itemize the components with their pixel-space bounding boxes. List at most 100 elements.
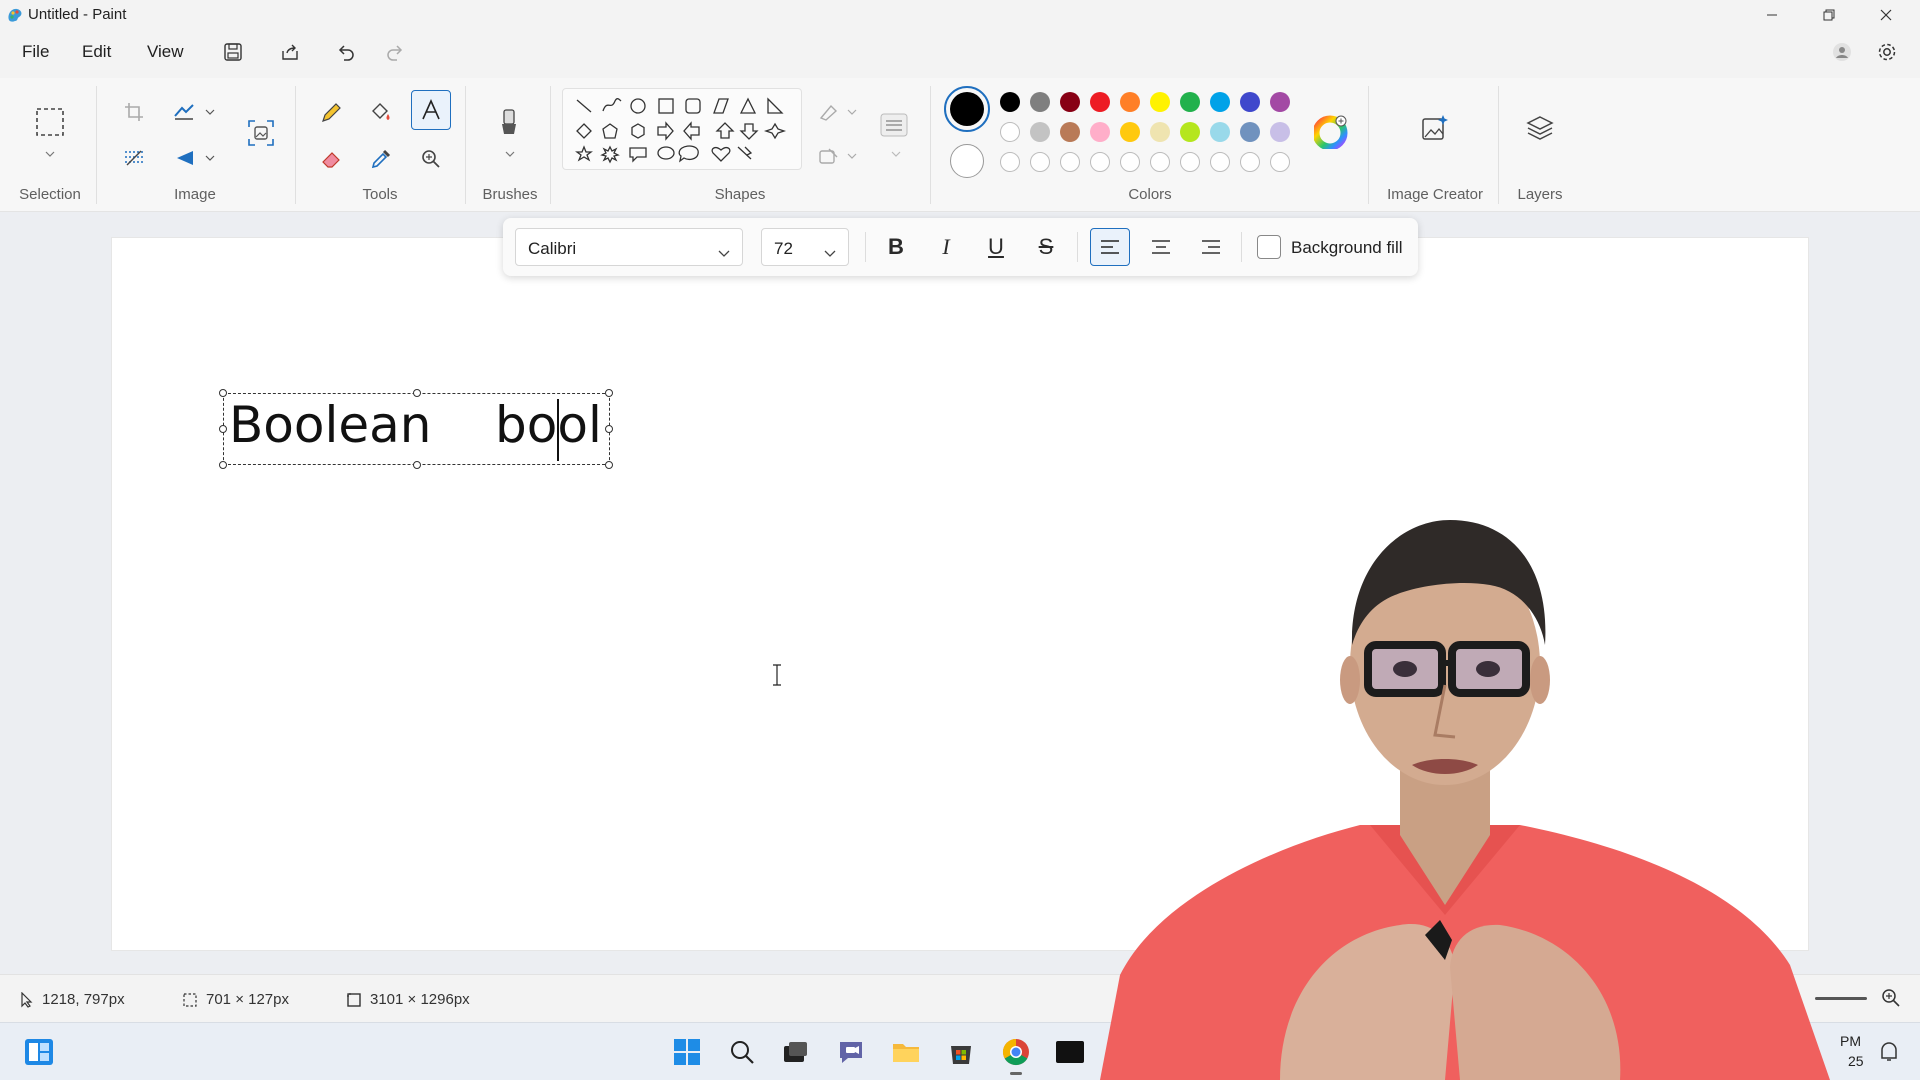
- chat-icon[interactable]: [834, 1035, 868, 1069]
- edit-colors-icon[interactable]: [1313, 114, 1349, 150]
- color-picker-icon[interactable]: [366, 144, 396, 174]
- color-swatch[interactable]: [1150, 122, 1170, 142]
- bold-button[interactable]: B: [876, 228, 916, 266]
- resize-icon[interactable]: [170, 98, 198, 126]
- widgets-icon[interactable]: [22, 1035, 56, 1069]
- terminal-icon[interactable]: [1053, 1035, 1087, 1069]
- layers-icon[interactable]: [1522, 110, 1558, 146]
- custom-color-slot[interactable]: [1150, 152, 1170, 172]
- canvas-text[interactable]: Boolean bool: [229, 396, 602, 454]
- font-size-dropdown[interactable]: 72: [761, 228, 849, 266]
- shapes-gallery[interactable]: [562, 88, 802, 170]
- background-fill-checkbox[interactable]: [1257, 235, 1281, 259]
- custom-color-slot[interactable]: [1090, 152, 1110, 172]
- color-swatch[interactable]: [1210, 122, 1230, 142]
- chevron-down-icon[interactable]: [889, 148, 903, 160]
- color-swatch[interactable]: [1120, 122, 1140, 142]
- chevron-down-icon[interactable]: [42, 148, 58, 160]
- eraser-icon[interactable]: [316, 144, 346, 174]
- resize-handle[interactable]: [219, 425, 227, 433]
- menu-view[interactable]: View: [147, 42, 184, 62]
- color-swatch[interactable]: [1090, 122, 1110, 142]
- color-swatch[interactable]: [1150, 92, 1170, 112]
- resize-handle[interactable]: [413, 461, 421, 469]
- chevron-down-icon[interactable]: [845, 150, 859, 162]
- color-swatch[interactable]: [1270, 92, 1290, 112]
- color-swatch[interactable]: [1030, 122, 1050, 142]
- outline-icon[interactable]: [815, 100, 843, 124]
- italic-button[interactable]: I: [926, 228, 966, 266]
- share-icon[interactable]: [275, 38, 305, 66]
- rotate-icon[interactable]: [170, 144, 198, 172]
- resize-handle[interactable]: [605, 389, 613, 397]
- undo-icon[interactable]: [331, 38, 361, 66]
- align-left-button[interactable]: [1090, 228, 1130, 266]
- fill-bucket-icon[interactable]: [366, 98, 396, 128]
- color-swatch[interactable]: [1030, 92, 1050, 112]
- selection-icon[interactable]: [32, 104, 68, 140]
- save-icon[interactable]: [218, 38, 248, 66]
- chrome-icon[interactable]: [999, 1035, 1033, 1069]
- strikethrough-button[interactable]: S: [1026, 228, 1066, 266]
- custom-color-slot[interactable]: [1240, 152, 1260, 172]
- settings-icon[interactable]: [1872, 38, 1902, 66]
- color-swatch[interactable]: [1240, 122, 1260, 142]
- start-icon[interactable]: [670, 1035, 704, 1069]
- fill-icon[interactable]: [815, 144, 843, 168]
- selection-size-value: 701 × 127px: [206, 991, 289, 1008]
- menu-edit[interactable]: Edit: [82, 42, 111, 62]
- close-button[interactable]: [1857, 0, 1914, 30]
- color-swatch[interactable]: [1000, 92, 1020, 112]
- background-fill-label: Background fill: [1291, 238, 1403, 257]
- remove-background-icon[interactable]: [120, 144, 148, 172]
- store-icon[interactable]: [944, 1035, 978, 1069]
- custom-color-slot[interactable]: [1120, 152, 1140, 172]
- color-swatch[interactable]: [1000, 122, 1020, 142]
- color-swatch[interactable]: [1240, 92, 1260, 112]
- align-center-button[interactable]: [1141, 228, 1181, 266]
- menu-file[interactable]: File: [22, 42, 49, 62]
- color-swatch[interactable]: [1180, 122, 1200, 142]
- text-tool-icon[interactable]: [411, 90, 451, 130]
- resize-handle[interactable]: [219, 461, 227, 469]
- resize-handle[interactable]: [605, 425, 613, 433]
- restore-button[interactable]: [1800, 0, 1857, 30]
- account-icon[interactable]: [1827, 38, 1857, 66]
- task-view-icon[interactable]: [778, 1035, 812, 1069]
- color-swatch[interactable]: [1180, 92, 1200, 112]
- font-family-dropdown[interactable]: Calibri: [515, 228, 743, 266]
- secondary-color[interactable]: [950, 144, 984, 178]
- underline-button[interactable]: U: [976, 228, 1016, 266]
- color-swatch[interactable]: [1060, 122, 1080, 142]
- resize-handle[interactable]: [605, 461, 613, 469]
- brush-icon[interactable]: [492, 104, 526, 140]
- custom-color-slot[interactable]: [1210, 152, 1230, 172]
- align-right-button[interactable]: [1191, 228, 1231, 266]
- redo-icon[interactable]: [380, 38, 410, 66]
- chevron-down-icon[interactable]: [203, 106, 217, 118]
- custom-color-slot[interactable]: [1000, 152, 1020, 172]
- resize-handle[interactable]: [219, 389, 227, 397]
- image-select-icon[interactable]: [244, 116, 278, 150]
- color-swatch[interactable]: [1060, 92, 1080, 112]
- custom-color-slot[interactable]: [1270, 152, 1290, 172]
- size-icon[interactable]: [878, 110, 910, 140]
- pencil-icon[interactable]: [316, 98, 346, 128]
- search-icon[interactable]: [725, 1035, 759, 1069]
- crop-icon[interactable]: [120, 98, 148, 126]
- color-swatch[interactable]: [1120, 92, 1140, 112]
- image-creator-icon[interactable]: [1416, 110, 1452, 146]
- chevron-down-icon[interactable]: [203, 152, 217, 164]
- magnifier-icon[interactable]: [416, 144, 446, 174]
- file-explorer-icon[interactable]: [889, 1035, 923, 1069]
- primary-color[interactable]: [944, 86, 990, 132]
- color-swatch[interactable]: [1090, 92, 1110, 112]
- custom-color-slot[interactable]: [1060, 152, 1080, 172]
- custom-color-slot[interactable]: [1180, 152, 1200, 172]
- custom-color-slot[interactable]: [1030, 152, 1050, 172]
- chevron-down-icon[interactable]: [502, 148, 518, 160]
- color-swatch[interactable]: [1270, 122, 1290, 142]
- chevron-down-icon[interactable]: [845, 106, 859, 118]
- color-swatch[interactable]: [1210, 92, 1230, 112]
- minimize-button[interactable]: [1743, 0, 1800, 30]
